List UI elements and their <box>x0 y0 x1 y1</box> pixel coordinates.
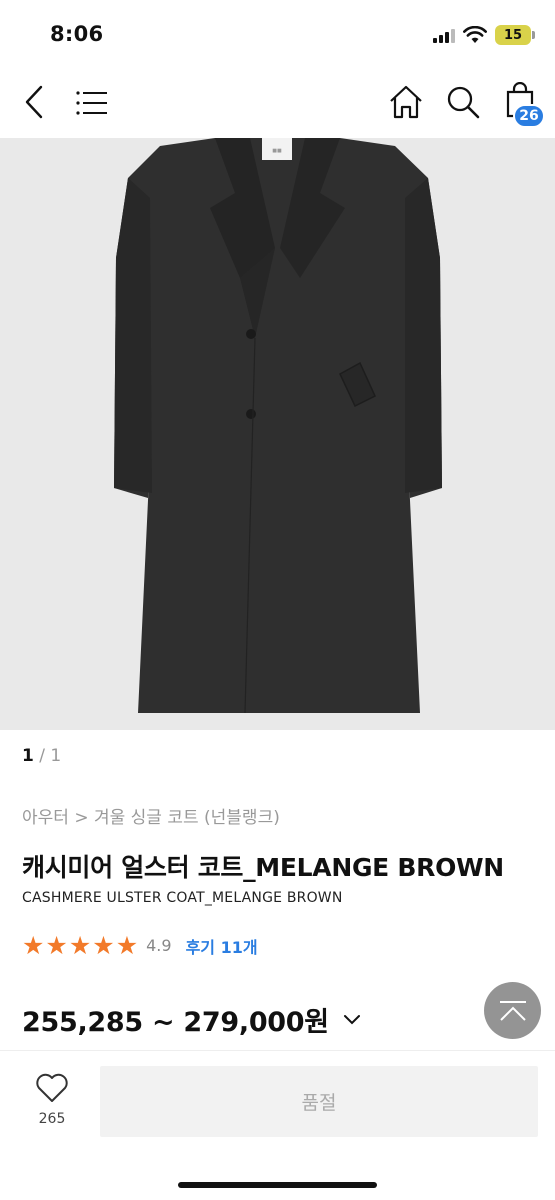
rating-stars: ★ ★ ★ ★ ★ <box>22 933 138 958</box>
back-chevron-icon[interactable] <box>22 85 48 119</box>
scroll-to-top-button[interactable] <box>484 982 541 1039</box>
price-row: 255,285 ~ 279,000원 <box>22 1000 361 1039</box>
cart-count-badge: 26 <box>513 104 545 128</box>
search-icon[interactable] <box>446 85 480 119</box>
rating-value: 4.9 <box>146 936 172 955</box>
star-icon: ★ <box>92 931 115 960</box>
signal-icon <box>433 27 455 43</box>
price: 255,285 ~ 279,000원 <box>22 1007 329 1038</box>
image-pager: 1 / 1 <box>22 746 61 766</box>
home-indicator <box>178 1182 377 1188</box>
coat-illustration: ■■ <box>114 138 442 714</box>
star-icon: ★ <box>45 931 68 960</box>
sold-out-button[interactable]: 품절 <box>100 1066 538 1137</box>
heart-icon <box>36 1073 68 1102</box>
pager-current: 1 <box>22 746 34 766</box>
svg-text:■■: ■■ <box>272 148 282 154</box>
rating-row: ★ ★ ★ ★ ★ 4.9 후기 11개 <box>22 933 258 958</box>
pager-total: 1 <box>50 746 62 766</box>
status-indicators: 15 <box>433 24 535 46</box>
product-title: 캐시미어 얼스터 코트_MELANGE BROWN <box>22 853 504 882</box>
breadcrumb[interactable]: 아우터 > 겨울 싱글 코트 (넌블랭크) <box>22 803 280 828</box>
chevron-down-icon[interactable] <box>343 1014 361 1026</box>
bottom-action-bar: 265 품절 <box>0 1050 555 1200</box>
star-icon: ★ <box>115 931 139 960</box>
like-button[interactable]: 265 <box>28 1073 76 1127</box>
product-image[interactable]: ■■ <box>0 138 555 730</box>
arrow-up-icon <box>499 1000 526 1021</box>
nav-bar <box>0 70 555 136</box>
wifi-icon <box>463 26 487 43</box>
home-icon[interactable] <box>388 84 424 120</box>
product-title-english: CASHMERE ULSTER COAT_MELANGE BROWN <box>22 890 343 906</box>
star-icon: ★ <box>68 931 92 960</box>
status-bar: 8:06 15 <box>0 0 555 70</box>
hamburger-menu-icon[interactable] <box>76 90 108 116</box>
battery-icon: 15 <box>495 25 535 45</box>
review-count-link[interactable]: 후기 11개 <box>186 934 258 958</box>
like-count: 265 <box>38 1111 66 1127</box>
star-icon: ★ <box>22 931 45 960</box>
pager-separator: / <box>33 746 51 766</box>
status-time: 8:06 <box>50 22 104 46</box>
